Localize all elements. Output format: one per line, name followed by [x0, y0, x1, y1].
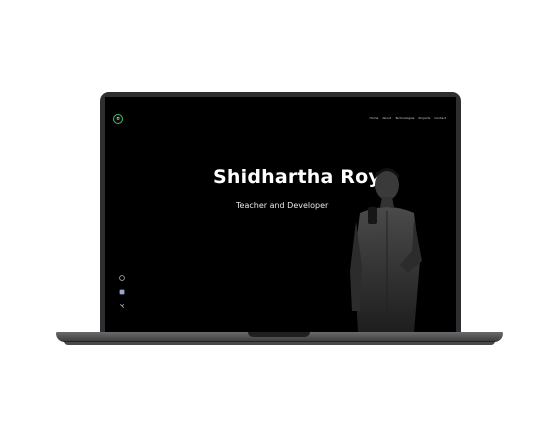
- website-screen: ʊ Home About Technologies Projects Conta…: [105, 97, 456, 332]
- social-links: [119, 275, 125, 309]
- nav-item-technologies[interactable]: Technologies: [395, 116, 414, 120]
- site-logo-icon[interactable]: ʊ: [113, 114, 123, 124]
- linkedin-icon[interactable]: [119, 289, 125, 295]
- twitter-icon[interactable]: [119, 303, 125, 309]
- nav-item-about[interactable]: About: [382, 116, 391, 120]
- github-icon[interactable]: [119, 275, 125, 281]
- laptop-notch: [248, 332, 310, 337]
- top-nav: Home About Technologies Projects Contact: [369, 116, 446, 120]
- profile-photo: [350, 168, 422, 332]
- laptop-base-shadow: [64, 341, 495, 345]
- nav-item-home[interactable]: Home: [369, 116, 378, 120]
- hero-role: Teacher and Developer: [236, 201, 329, 210]
- nav-item-projects[interactable]: Projects: [419, 116, 431, 120]
- nav-item-contact[interactable]: Contact: [434, 116, 446, 120]
